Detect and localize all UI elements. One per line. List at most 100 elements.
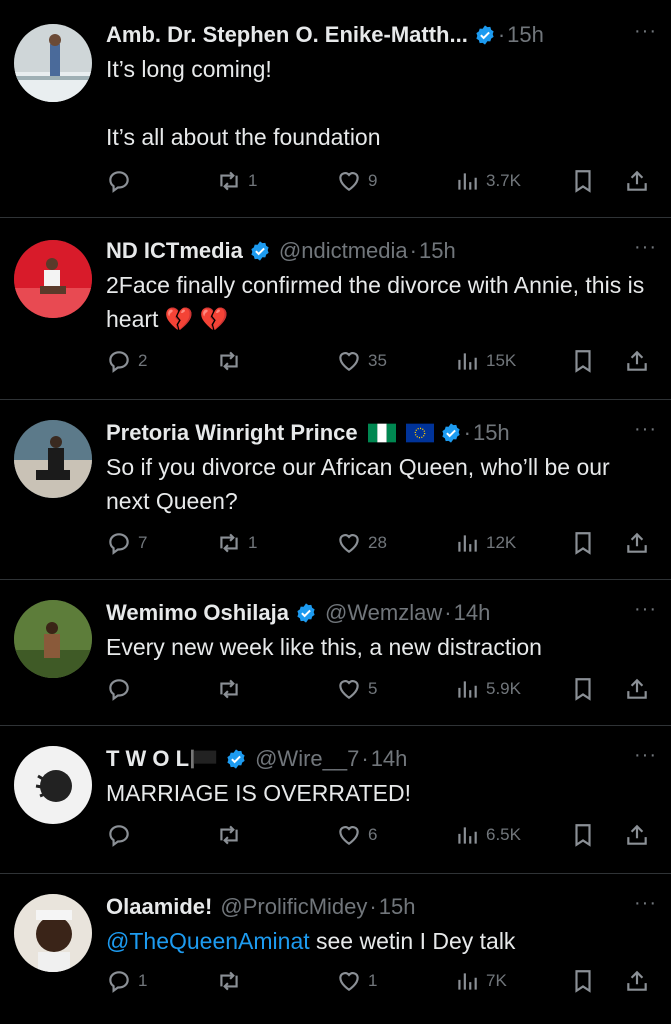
tweet-actions: 6 6.5K xyxy=(106,820,657,850)
retweet-icon xyxy=(220,171,238,191)
tweet-header: Wemimo Oshilaja @Wemzlaw · 14h xyxy=(106,598,657,628)
bookmark-icon xyxy=(575,970,591,993)
tweet-5[interactable]: T W O L @Wire__7 · 14h ··· MARRIAGE IS O… xyxy=(0,726,671,874)
reply-button[interactable]: 7 xyxy=(106,528,147,558)
author-name[interactable]: ND ICTmedia xyxy=(106,238,243,264)
more-icon[interactable]: ··· xyxy=(634,892,657,915)
separator: · xyxy=(369,894,377,919)
more-icon[interactable]: ··· xyxy=(634,20,657,43)
mention-link[interactable]: @TheQueenAminat xyxy=(106,928,310,954)
timestamp[interactable]: 14h xyxy=(454,600,491,626)
eu-flag-icon xyxy=(405,423,434,443)
bookmark-button[interactable] xyxy=(570,820,596,850)
views-button[interactable]: 3.7K xyxy=(454,166,521,196)
like-icon xyxy=(339,352,359,371)
timestamp[interactable]: 15h xyxy=(419,238,456,264)
timestamp[interactable]: 14h xyxy=(371,746,408,772)
like-button[interactable]: 6 xyxy=(336,820,377,850)
avatar[interactable] xyxy=(14,240,92,318)
more-icon[interactable]: ··· xyxy=(634,418,657,441)
like-button[interactable]: 28 xyxy=(336,528,387,558)
timestamp[interactable]: 15h xyxy=(473,420,510,446)
bookmark-button[interactable] xyxy=(570,528,596,558)
more-icon[interactable]: ··· xyxy=(634,744,657,767)
separator: · xyxy=(361,746,369,771)
separator: · xyxy=(409,238,417,263)
retweet-button[interactable]: 1 xyxy=(216,166,257,196)
author-handle[interactable]: @Wemzlaw xyxy=(325,600,442,626)
author-handle[interactable]: @Wire__7 xyxy=(255,746,359,772)
share-button[interactable] xyxy=(624,166,650,196)
avatar[interactable] xyxy=(14,746,92,824)
share-button[interactable] xyxy=(624,820,650,850)
share-button[interactable] xyxy=(624,528,650,558)
views-button[interactable]: 5.9K xyxy=(454,674,521,704)
views-count: 3.7K xyxy=(486,171,521,190)
tweet-1[interactable]: Amb. Dr. Stephen O. Enike-Matth... · 15h… xyxy=(0,0,671,218)
share-icon xyxy=(627,824,647,845)
bookmark-icon xyxy=(575,532,591,555)
views-count: 5.9K xyxy=(486,679,521,698)
share-button[interactable] xyxy=(624,966,650,996)
author-name[interactable]: Pretoria Winright Prince xyxy=(106,420,358,446)
reply-button[interactable]: 1 xyxy=(106,966,147,996)
tweet-4[interactable]: Wemimo Oshilaja @Wemzlaw · 14h ··· Every… xyxy=(0,580,671,726)
retweet-button[interactable] xyxy=(216,966,248,996)
tweet-actions: 1 9 3.7K xyxy=(106,166,657,196)
bookmark-button[interactable] xyxy=(570,166,596,196)
views-icon xyxy=(458,535,477,552)
views-count: 12K xyxy=(486,533,517,552)
reply-button[interactable] xyxy=(106,166,138,196)
views-button[interactable]: 6.5K xyxy=(454,820,521,850)
bookmark-button[interactable] xyxy=(570,674,596,704)
more-icon[interactable]: ··· xyxy=(634,236,657,259)
bookmark-button[interactable] xyxy=(570,346,596,376)
like-button[interactable]: 1 xyxy=(336,966,377,996)
avatar[interactable] xyxy=(14,600,92,678)
author-name[interactable]: Olaamide! xyxy=(106,894,212,920)
author-name[interactable]: Wemimo Oshilaja xyxy=(106,600,289,626)
separator: · xyxy=(463,420,471,445)
retweet-count: 1 xyxy=(248,171,258,190)
share-button[interactable] xyxy=(624,674,650,704)
avatar[interactable] xyxy=(14,894,92,972)
avatar[interactable] xyxy=(14,24,92,102)
retweet-button[interactable]: 1 xyxy=(216,528,257,558)
tweet-text: It’s long coming! It’s all about the fou… xyxy=(106,56,381,150)
views-icon xyxy=(458,173,477,190)
retweet-button[interactable] xyxy=(216,820,248,850)
avatar[interactable] xyxy=(14,420,92,498)
verified-icon xyxy=(227,749,245,769)
like-icon xyxy=(339,534,359,553)
black-flag-icon xyxy=(191,749,217,769)
like-button[interactable]: 35 xyxy=(336,346,387,376)
reply-icon xyxy=(109,679,129,701)
author-handle[interactable]: @ProlificMidey xyxy=(220,894,367,920)
like-button[interactable]: 9 xyxy=(336,166,377,196)
tweet-actions: 7 1 28 12K xyxy=(106,528,657,558)
timestamp[interactable]: 15h xyxy=(379,894,416,920)
tweet-3[interactable]: Pretoria Winright Prince · 15h ··· So if… xyxy=(0,400,671,580)
like-count: 35 xyxy=(368,351,387,370)
like-button[interactable]: 5 xyxy=(336,674,377,704)
views-button[interactable]: 7K xyxy=(454,966,507,996)
author-handle[interactable]: @ndictmedia xyxy=(279,238,408,264)
more-icon[interactable]: ··· xyxy=(634,598,657,621)
bookmark-button[interactable] xyxy=(570,966,596,996)
views-button[interactable]: 12K xyxy=(454,528,516,558)
retweet-icon xyxy=(220,825,238,845)
reply-button[interactable]: 2 xyxy=(106,346,147,376)
share-icon xyxy=(627,970,647,991)
bookmark-icon xyxy=(575,678,591,701)
author-name[interactable]: Amb. Dr. Stephen O. Enike-Matth... xyxy=(106,22,468,48)
share-button[interactable] xyxy=(624,346,650,376)
views-button[interactable]: 15K xyxy=(454,346,516,376)
reply-button[interactable] xyxy=(106,674,138,704)
author-name[interactable]: T W O L xyxy=(106,746,189,772)
timestamp[interactable]: 15h xyxy=(507,22,544,48)
retweet-button[interactable] xyxy=(216,346,248,376)
reply-button[interactable] xyxy=(106,820,138,850)
retweet-button[interactable] xyxy=(216,674,248,704)
tweet-2[interactable]: ND ICTmedia @ndictmedia · 15h ··· 2Face … xyxy=(0,218,671,400)
tweet-6[interactable]: Olaamide! @ProlificMidey · 15h ··· @TheQ… xyxy=(0,874,671,1024)
